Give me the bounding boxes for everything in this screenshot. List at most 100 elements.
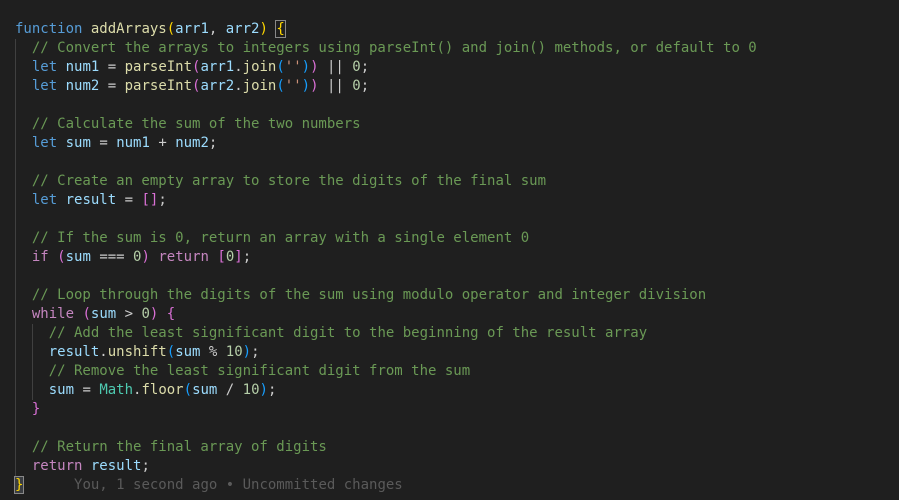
code-token: return (31, 458, 83, 474)
code-line[interactable]: let num2 = parseInt(arr2.join('')) || 0; (0, 77, 899, 96)
code-editor[interactable]: function addArrays(arr1, arr2) { // Conv… (0, 0, 899, 500)
code-line[interactable]: // Remove the least significant digit fr… (0, 362, 899, 381)
code-line[interactable]: result.unshift(sum % 10); (0, 343, 899, 362)
code-token: . (234, 59, 243, 75)
code-token: ) (242, 344, 252, 360)
code-token: arr1 (175, 21, 209, 37)
code-token: let (31, 59, 58, 75)
code-token: num1 (116, 135, 150, 151)
code-token: join (242, 59, 277, 75)
code-token: ) (301, 59, 311, 75)
code-token: 0 (352, 59, 361, 75)
code-line[interactable]: // Loop through the digits of the sum us… (0, 286, 899, 305)
code-line[interactable]: return result; (0, 457, 899, 476)
code-token: ; (242, 249, 252, 265)
code-token: } (31, 401, 41, 417)
code-line[interactable]: // Create an empty array to store the di… (0, 172, 899, 191)
code-token: // Add the least significant digit to th… (48, 325, 648, 341)
code-line[interactable] (0, 267, 899, 286)
code-token: sum (65, 249, 91, 265)
code-token: let (31, 78, 58, 94)
code-token: ( (183, 382, 193, 398)
code-token: // If the sum is 0, return an array with… (31, 230, 530, 246)
code-token: ) (301, 78, 311, 94)
code-token: sum (175, 344, 201, 360)
code-text: let sum = num1 + num2; (15, 134, 218, 153)
code-token: return (158, 249, 209, 265)
code-line[interactable]: sum = Math.floor(sum / 10); (0, 381, 899, 400)
code-token: 10 (225, 344, 243, 360)
code-line[interactable]: let result = []; (0, 191, 899, 210)
code-token: num2 (175, 135, 209, 151)
code-line[interactable] (0, 96, 899, 115)
code-lines[interactable]: function addArrays(arr1, arr2) { // Conv… (0, 20, 899, 495)
code-line[interactable] (0, 153, 899, 172)
code-token: arr2 (200, 78, 235, 94)
code-line[interactable]: let sum = num1 + num2; (0, 134, 899, 153)
code-token: let (31, 192, 58, 208)
code-token: // Create an empty array to store the di… (31, 173, 547, 189)
code-line[interactable]: } You, 1 second ago • Uncommitted change… (0, 476, 899, 495)
code-token: 0 (352, 78, 361, 94)
code-text: } (15, 400, 40, 419)
code-line[interactable]: // Return the final array of digits (0, 438, 899, 457)
code-token: parseInt (124, 78, 193, 94)
code-text: // Create an empty array to store the di… (15, 172, 546, 191)
code-token: sum (90, 306, 117, 322)
code-line[interactable]: // Calculate the sum of the two numbers (0, 115, 899, 134)
code-line[interactable]: if (sum === 0) return [0]; (0, 248, 899, 267)
code-token: / (217, 382, 243, 398)
code-text: while (sum > 0) { (15, 305, 175, 324)
code-token: parseInt (124, 59, 193, 75)
code-line[interactable]: let num1 = parseInt(arr1.join('')) || 0; (0, 58, 899, 77)
code-token: ( (276, 78, 285, 94)
code-token: result (90, 458, 142, 474)
code-line[interactable]: // Add the least significant digit to th… (0, 324, 899, 343)
code-token: 10 (242, 382, 260, 398)
code-token: 0 (225, 249, 235, 265)
code-token: ) (310, 78, 319, 94)
code-line[interactable]: // Convert the arrays to integers using … (0, 39, 899, 58)
git-blame-annotation: You, 1 second ago • Uncommitted changes (23, 477, 403, 493)
code-token: ) (141, 249, 150, 265)
code-token: result (48, 344, 100, 360)
code-text: result.unshift(sum % 10); (15, 343, 260, 362)
code-text: // Convert the arrays to integers using … (15, 39, 757, 58)
code-token: ; (360, 59, 370, 75)
code-token: ) (310, 59, 319, 75)
code-line[interactable]: } (0, 400, 899, 419)
code-token: // Return the final array of digits (31, 439, 327, 455)
code-token: sum (192, 382, 218, 398)
code-line[interactable] (0, 210, 899, 229)
code-line[interactable] (0, 419, 899, 438)
code-token: [ (217, 249, 226, 265)
code-token: ; (158, 192, 167, 208)
code-text: let num2 = parseInt(arr2.join('')) || 0; (15, 77, 369, 96)
code-token: ; (208, 135, 218, 151)
code-token: ] (234, 249, 243, 265)
code-token: let (31, 135, 58, 151)
code-token: while (31, 306, 75, 322)
code-line[interactable]: function addArrays(arr1, arr2) { (0, 20, 899, 39)
code-token: // Convert the arrays to integers using … (31, 40, 757, 56)
code-token: arr2 (225, 21, 260, 37)
code-token: Math (99, 382, 134, 398)
code-token: || (318, 59, 353, 75)
code-token: . (99, 344, 108, 360)
code-token: ( (276, 59, 285, 75)
code-token: // Calculate the sum of the two numbers (31, 116, 361, 132)
code-token: // Loop through the digits of the sum us… (31, 287, 707, 303)
code-token: function (15, 21, 83, 37)
code-token: { (166, 306, 176, 322)
code-text: } You, 1 second ago • Uncommitted change… (13, 476, 403, 495)
code-line[interactable]: while (sum > 0) { (0, 305, 899, 324)
editor-bottom (0, 496, 899, 500)
code-text: // Remove the least significant digit fr… (15, 362, 470, 381)
code-token: = (74, 382, 100, 398)
code-line[interactable]: // If the sum is 0, return an array with… (0, 229, 899, 248)
